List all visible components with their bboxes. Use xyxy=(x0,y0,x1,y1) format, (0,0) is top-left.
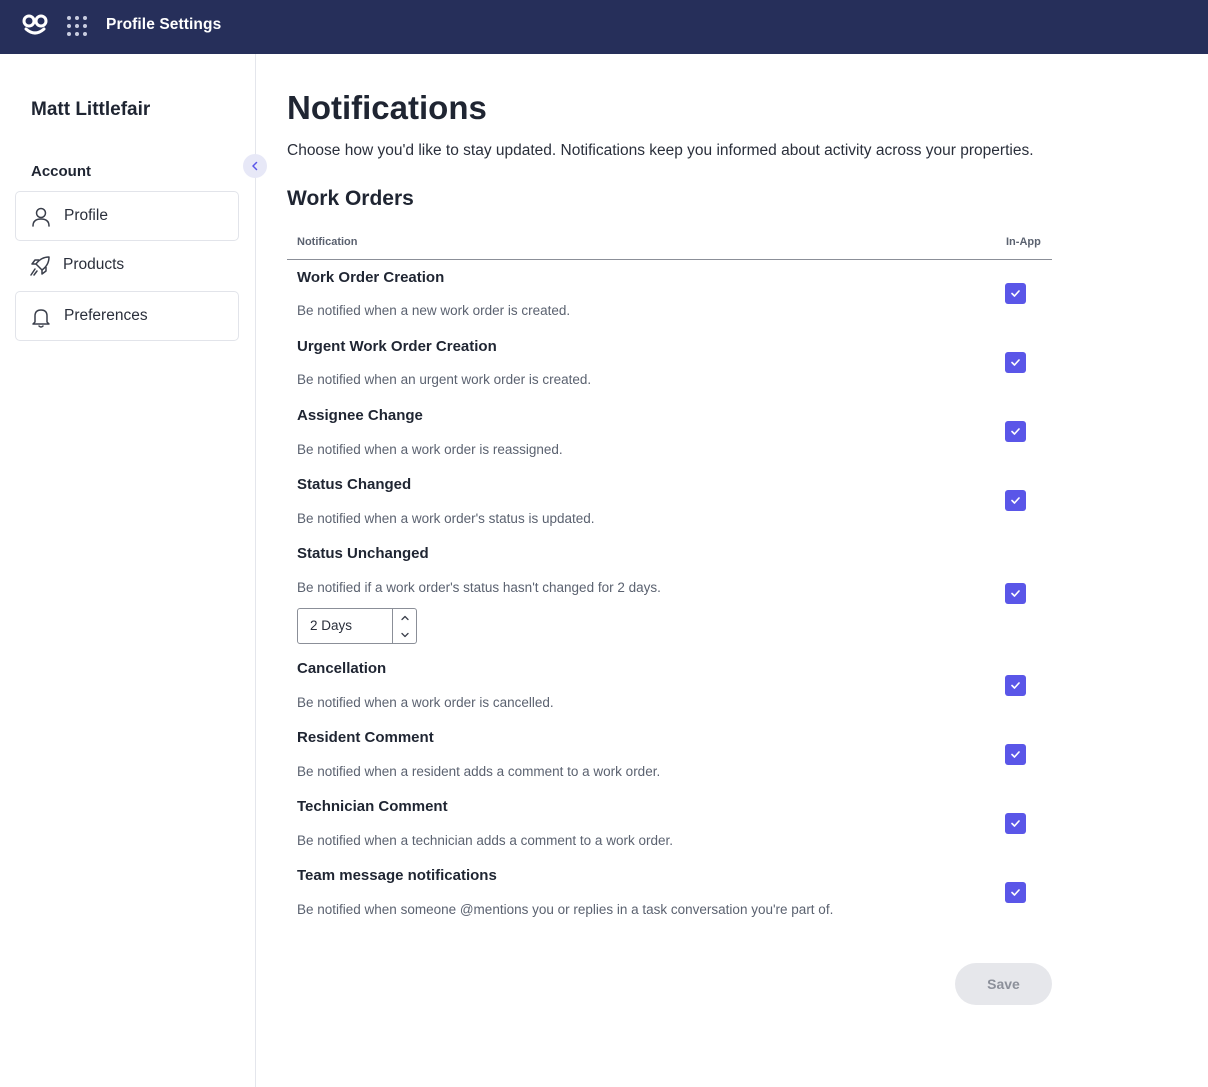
notification-description: Be notified when someone @mentions you o… xyxy=(297,902,834,917)
in-app-checkbox[interactable] xyxy=(1005,744,1026,765)
days-stepper[interactable]: 2 Days xyxy=(297,608,417,644)
notification-description: Be notified when a work order is cancell… xyxy=(297,695,554,710)
app-launcher-grid-icon[interactable] xyxy=(66,15,88,37)
checkmark-icon xyxy=(1011,428,1020,435)
user-name: Matt Littlefair xyxy=(31,99,151,120)
checkmark-icon xyxy=(1011,497,1020,504)
in-app-checkbox[interactable] xyxy=(1005,882,1026,903)
page-description: Choose how you'd like to stay updated. N… xyxy=(287,142,1034,159)
in-app-checkbox[interactable] xyxy=(1005,675,1026,696)
chevron-down-icon xyxy=(401,632,409,637)
sidebar-section-label: Account xyxy=(31,163,91,180)
notification-description: Be notified when a resident adds a comme… xyxy=(297,764,661,779)
section-title: Work Orders xyxy=(287,187,414,210)
notification-title: Cancellation xyxy=(297,660,387,677)
top-bar: Profile Settings xyxy=(0,0,1208,54)
sidebar-item-profile[interactable]: Profile xyxy=(15,191,239,241)
notification-title: Work Order Creation xyxy=(297,269,445,286)
in-app-checkbox[interactable] xyxy=(1005,352,1026,373)
in-app-checkbox[interactable] xyxy=(1005,813,1026,834)
sidebar: Matt Littlefair Account Profile Products… xyxy=(0,54,256,1087)
page-title: Notifications xyxy=(287,89,487,126)
notification-title: Status Changed xyxy=(297,476,412,493)
sidebar-item-label: Profile xyxy=(64,207,108,224)
checkmark-icon xyxy=(1011,290,1020,297)
sidebar-item-label: Preferences xyxy=(64,307,148,324)
checkmark-icon xyxy=(1011,820,1020,827)
person-icon xyxy=(32,207,50,227)
chevron-up-icon xyxy=(401,615,409,620)
checkmark-icon xyxy=(1011,682,1020,689)
table-header: Notification In-App xyxy=(287,228,1052,260)
column-header-notification: Notification xyxy=(297,236,358,248)
stepper-decrement-button[interactable] xyxy=(393,626,417,643)
notification-title: Resident Comment xyxy=(297,729,434,746)
sidebar-item-label: Products xyxy=(63,256,125,273)
notification-title: Status Unchanged xyxy=(297,545,429,562)
notification-description: Be notified if a work order's status has… xyxy=(297,580,661,595)
checkmark-icon xyxy=(1011,751,1020,758)
notification-description: Be notified when a technician adds a com… xyxy=(297,833,673,848)
checkmark-icon xyxy=(1011,889,1020,896)
column-header-in-app: In-App xyxy=(1006,236,1041,248)
notification-title: Urgent Work Order Creation xyxy=(297,338,497,355)
rocket-icon xyxy=(30,256,50,276)
checkmark-icon xyxy=(1011,359,1020,366)
stepper-value[interactable]: 2 Days xyxy=(310,618,352,633)
sidebar-item-products[interactable]: Products xyxy=(15,241,239,291)
notification-title: Assignee Change xyxy=(297,407,423,424)
bell-icon xyxy=(32,309,50,328)
chevron-left-icon xyxy=(252,161,258,171)
in-app-checkbox[interactable] xyxy=(1005,421,1026,442)
notification-description: Be notified when a work order's status i… xyxy=(297,511,595,526)
stepper-increment-button[interactable] xyxy=(393,609,417,626)
collapse-sidebar-button[interactable] xyxy=(243,154,267,178)
sidebar-item-preferences[interactable]: Preferences xyxy=(15,291,239,341)
checkmark-icon xyxy=(1011,590,1020,597)
notification-description: Be notified when a new work order is cre… xyxy=(297,303,571,318)
in-app-checkbox[interactable] xyxy=(1005,583,1026,604)
in-app-checkbox[interactable] xyxy=(1005,283,1026,304)
app-title: Profile Settings xyxy=(106,16,222,33)
notification-title: Technician Comment xyxy=(297,798,448,815)
notification-title: Team message notifications xyxy=(297,867,497,884)
notification-description: Be notified when a work order is reassig… xyxy=(297,442,563,457)
save-button[interactable]: Save xyxy=(955,963,1052,1005)
notification-description: Be notified when an urgent work order is… xyxy=(297,372,592,387)
company-logo-icon[interactable] xyxy=(22,13,48,37)
in-app-checkbox[interactable] xyxy=(1005,490,1026,511)
